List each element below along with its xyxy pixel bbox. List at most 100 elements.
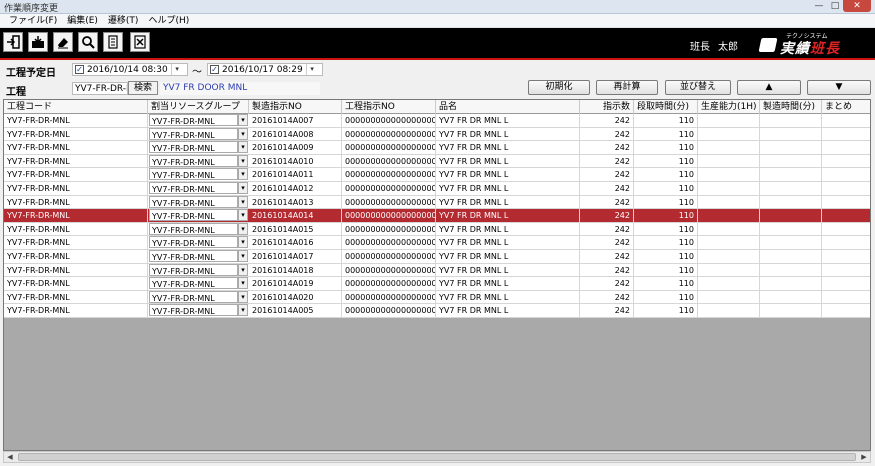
resource-group-select[interactable]: YV7-FR-DR-MNL	[149, 249, 238, 262]
resource-group-select[interactable]: YV7-FR-DR-MNL	[149, 154, 238, 167]
date-to-checkbox[interactable]: ✓	[210, 65, 219, 74]
resource-group-select[interactable]: YV7-FR-DR-MNL	[149, 195, 238, 208]
resource-group-select[interactable]: YV7-FR-DR-MNL	[149, 290, 238, 303]
column-header-item-name[interactable]: 品名	[436, 100, 580, 114]
table-row[interactable]: YV7-FR-DR-MNL YV7-FR-DR-MNL ▾ 20161014A005 0…	[4, 304, 870, 318]
column-header-capacity[interactable]: 生産能力(1H)	[698, 100, 760, 114]
document-icon[interactable]	[103, 32, 123, 52]
resource-group-select[interactable]: YV7-FR-DR-MNL	[149, 181, 238, 194]
date-from-picker[interactable]: ✓ 2016/10/14 08:30 ▾	[72, 63, 188, 76]
cell-capacity	[698, 209, 760, 223]
resource-group-select[interactable]: YV7-FR-DR-MNL	[149, 222, 238, 235]
init-button[interactable]: 初期化	[528, 80, 590, 95]
table-row[interactable]: YV7-FR-DR-MNL YV7-FR-DR-MNL ▾ 20161014A010 0…	[4, 154, 870, 169]
eraser-icon[interactable]	[53, 32, 73, 52]
process-code-input[interactable]: YV7-FR-DR-I	[72, 82, 128, 95]
chevron-down-icon[interactable]: ▾	[238, 168, 248, 181]
date-from-checkbox[interactable]: ✓	[75, 65, 84, 74]
cell-summary	[822, 209, 870, 222]
calendar-dropdown-icon[interactable]: ▾	[305, 64, 318, 75]
resource-group-select[interactable]: YV7-FR-DR-MNL	[149, 141, 238, 154]
resource-group-select[interactable]: YV7-FR-DR-MNL	[149, 236, 238, 249]
resource-group-select[interactable]: YV7-FR-DR-MNL	[149, 304, 238, 317]
resource-group-select[interactable]: YV7-FR-DR-MNL	[149, 277, 238, 290]
cell-capacity	[698, 195, 760, 209]
column-header-summary[interactable]: まとめ	[822, 100, 870, 114]
date-to-picker[interactable]: ✓ 2016/10/17 08:29 ▾	[207, 63, 323, 76]
cell-production-time	[760, 154, 822, 168]
scrollbar-thumb[interactable]	[18, 453, 856, 461]
resource-group-select[interactable]: YV7-FR-DR-MNL	[149, 127, 238, 140]
cell-summary	[822, 304, 870, 317]
table-row[interactable]: YV7-FR-DR-MNL YV7-FR-DR-MNL ▾ 20161014A012 0…	[4, 181, 870, 196]
resource-group-select[interactable]: YV7-FR-DR-MNL	[149, 114, 238, 126]
chevron-down-icon[interactable]: ▾	[238, 249, 248, 262]
table-row[interactable]: YV7-FR-DR-MNL YV7-FR-DR-MNL ▾ 20161014A013 0…	[4, 195, 870, 210]
column-header-production-time[interactable]: 製造時間(分)	[760, 100, 822, 114]
chevron-down-icon[interactable]: ▾	[238, 127, 248, 140]
table-row[interactable]: YV7-FR-DR-MNL YV7-FR-DR-MNL ▾ 20161014A020 0…	[4, 290, 870, 305]
resource-group-select[interactable]: YV7-FR-DR-MNL	[149, 168, 238, 181]
move-down-button[interactable]: ▼	[807, 80, 871, 95]
chevron-down-icon[interactable]: ▾	[238, 209, 248, 222]
table-row[interactable]: YV7-FR-DR-MNL YV7-FR-DR-MNL ▾ 20161014A014 0…	[4, 209, 870, 223]
cell-setup-time: 110	[634, 127, 698, 141]
table-row[interactable]: YV7-FR-DR-MNL YV7-FR-DR-MNL ▾ 20161014A008 0…	[4, 127, 870, 142]
search-button[interactable]: 検索	[128, 81, 158, 95]
sort-button[interactable]: 並び替え	[665, 80, 731, 95]
cell-item-name: YV7 FR DR MNL L	[436, 304, 580, 318]
chevron-down-icon[interactable]: ▾	[238, 141, 248, 154]
column-header-process-no[interactable]: 工程指示NO	[342, 100, 436, 114]
cell-process-no: 00000000000000000081	[342, 222, 436, 236]
search-icon[interactable]	[78, 32, 98, 52]
chevron-down-icon[interactable]: ▾	[238, 195, 248, 208]
column-header-setup-time[interactable]: 段取時間(分)	[634, 100, 698, 114]
download-icon[interactable]	[28, 32, 48, 52]
move-up-button[interactable]: ▲	[737, 80, 801, 95]
chevron-down-icon[interactable]: ▾	[238, 277, 248, 290]
close-button[interactable]: ✕	[843, 0, 871, 12]
chevron-down-icon[interactable]: ▾	[238, 154, 248, 167]
cell-summary	[822, 277, 870, 290]
chevron-down-icon[interactable]: ▾	[238, 222, 248, 235]
recalc-button[interactable]: 再計算	[596, 80, 658, 95]
horizontal-scrollbar[interactable]: ◀ ▶	[3, 451, 871, 463]
cell-process-code: YV7-FR-DR-MNL	[4, 236, 148, 250]
chevron-down-icon[interactable]: ▾	[238, 263, 248, 276]
cell-item-name: YV7 FR DR MNL L	[436, 154, 580, 168]
table-row[interactable]: YV7-FR-DR-MNL YV7-FR-DR-MNL ▾ 20161014A019 0…	[4, 277, 870, 291]
maximize-button[interactable]: □	[827, 0, 843, 12]
column-header-manufacturing-no[interactable]: 製造指示NO	[249, 100, 342, 114]
table-row[interactable]: YV7-FR-DR-MNL YV7-FR-DR-MNL ▾ 20161014A016 0…	[4, 236, 870, 250]
chevron-down-icon[interactable]: ▾	[238, 236, 248, 249]
chevron-down-icon[interactable]: ▾	[238, 114, 248, 126]
table-row[interactable]: YV7-FR-DR-MNL YV7-FR-DR-MNL ▾ 20161014A011 0…	[4, 168, 870, 182]
menu-file[interactable]: ファイル(F)	[4, 14, 62, 27]
cell-process-code: YV7-FR-DR-MNL	[4, 127, 148, 141]
table-row[interactable]: YV7-FR-DR-MNL YV7-FR-DR-MNL ▾ 20161014A009 0…	[4, 141, 870, 155]
chevron-down-icon[interactable]: ▾	[238, 181, 248, 194]
cell-item-name: YV7 FR DR MNL L	[436, 277, 580, 291]
chevron-down-icon[interactable]: ▾	[238, 304, 248, 317]
excel-icon[interactable]	[130, 32, 150, 52]
cell-summary	[822, 196, 870, 209]
menu-edit[interactable]: 編集(E)	[62, 14, 103, 27]
minimize-button[interactable]: —	[811, 0, 827, 12]
exit-icon[interactable]	[3, 32, 23, 52]
column-header-resource-group[interactable]: 割当リソースグループ	[148, 100, 249, 114]
cell-production-time	[760, 236, 822, 250]
calendar-dropdown-icon[interactable]: ▾	[170, 64, 183, 75]
table-row[interactable]: YV7-FR-DR-MNL YV7-FR-DR-MNL ▾ 20161014A018 0…	[4, 263, 870, 278]
scroll-left-icon[interactable]: ◀	[4, 452, 16, 462]
menu-help[interactable]: ヘルプ(H)	[143, 14, 194, 27]
resource-group-select[interactable]: YV7-FR-DR-MNL	[149, 263, 238, 276]
column-header-process-code[interactable]: 工程コード	[4, 100, 148, 114]
column-header-quantity[interactable]: 指示数	[580, 100, 634, 114]
chevron-down-icon[interactable]: ▾	[238, 290, 248, 303]
table-row[interactable]: YV7-FR-DR-MNL YV7-FR-DR-MNL ▾ 20161014A007 0…	[4, 114, 870, 128]
resource-group-select[interactable]: YV7-FR-DR-MNL	[149, 209, 238, 222]
menu-transition[interactable]: 遷移(T)	[103, 14, 144, 27]
table-row[interactable]: YV7-FR-DR-MNL YV7-FR-DR-MNL ▾ 20161014A015 0…	[4, 222, 870, 237]
scroll-right-icon[interactable]: ▶	[858, 452, 870, 462]
table-row[interactable]: YV7-FR-DR-MNL YV7-FR-DR-MNL ▾ 20161014A017 0…	[4, 249, 870, 264]
